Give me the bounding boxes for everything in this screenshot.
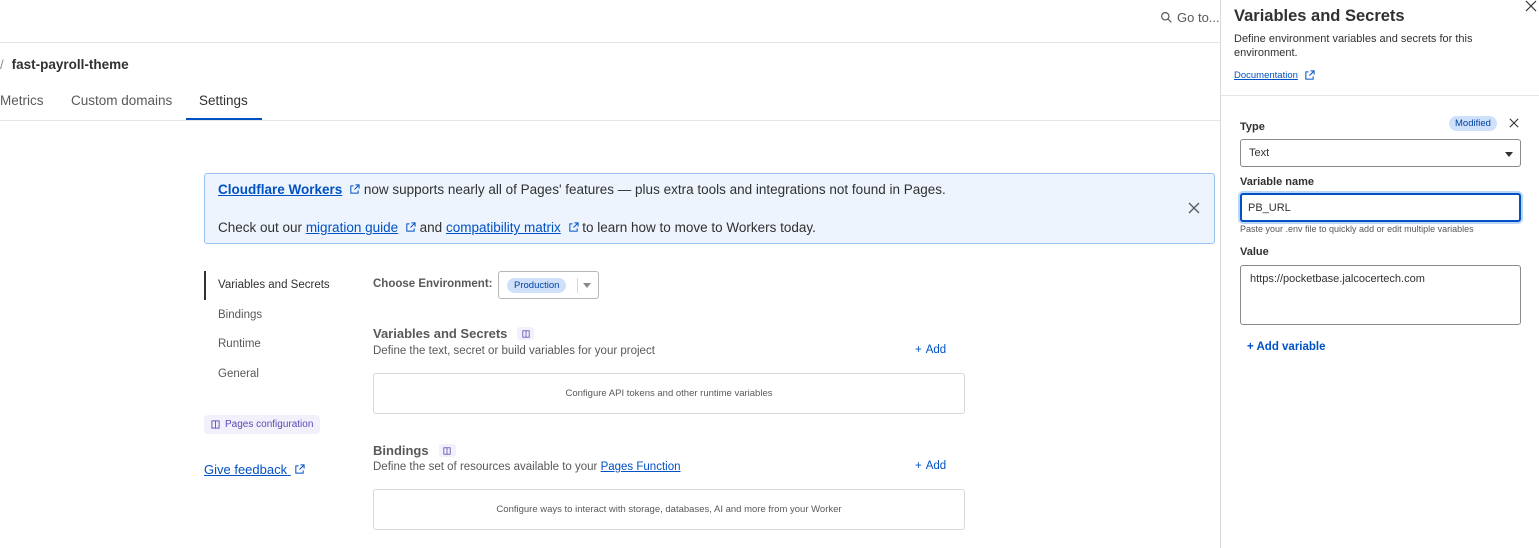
variables-empty-text: Configure API tokens and other runtime v… <box>565 388 773 399</box>
close-icon[interactable] <box>1525 0 1537 12</box>
tab-settings[interactable]: Settings <box>199 93 248 108</box>
project-name[interactable]: fast-payroll-theme <box>12 57 129 72</box>
variables-drawer: Variables and Secrets Define environment… <box>1220 0 1539 548</box>
variable-name-label: Variable name <box>1240 176 1314 188</box>
add-variable-button[interactable]: + Add <box>915 344 946 356</box>
documentation-label: Documentation <box>1234 70 1298 81</box>
environment-value: Production <box>507 278 567 293</box>
give-feedback-label: Give feedback <box>204 462 288 477</box>
project-tabs: Metrics Custom domains Settings <box>0 83 1220 121</box>
banner-and: and <box>419 220 443 235</box>
external-link-icon <box>295 464 305 474</box>
close-icon[interactable] <box>1188 202 1200 214</box>
add-label: Add <box>925 344 947 356</box>
documentation-link[interactable]: Documentation <box>1234 70 1315 81</box>
cloudflare-workers-link[interactable]: Cloudflare Workers <box>218 182 342 197</box>
bindings-section-title: Bindings <box>373 443 456 458</box>
book-icon <box>211 420 220 429</box>
book-icon <box>438 444 456 457</box>
tab-custom-domains[interactable]: Custom domains <box>71 93 172 108</box>
bindings-empty-text: Configure ways to interact with storage,… <box>496 504 842 515</box>
breadcrumb: / fast-payroll-theme <box>0 57 129 72</box>
add-label: Add <box>925 460 947 472</box>
compatibility-matrix-link[interactable]: compatibility matrix <box>446 220 561 235</box>
banner-line-2-suffix: to learn how to move to Workers today. <box>582 220 816 235</box>
add-variable-link[interactable]: + Add variable <box>1247 341 1326 353</box>
value-input[interactable]: https://pocketbase.jalcocertech.com <box>1240 265 1521 325</box>
banner-line-2-prefix: Check out our <box>218 220 303 235</box>
external-link-icon <box>1305 70 1315 80</box>
banner-line-1: Cloudflare Workers now supports nearly a… <box>218 182 946 197</box>
type-label: Type <box>1240 121 1265 133</box>
drawer-divider <box>1221 95 1539 96</box>
value-label: Value <box>1240 246 1269 258</box>
close-icon[interactable] <box>1509 118 1519 128</box>
type-value: Text <box>1249 147 1270 159</box>
environment-label: Choose Environment: <box>373 278 493 290</box>
banner-line-2: Check out our migration guide and compat… <box>218 220 816 235</box>
variables-title-text: Variables and Secrets <box>373 326 508 341</box>
add-binding-button[interactable]: + Add <box>915 460 946 472</box>
nav-item-bindings[interactable]: Bindings <box>218 309 262 321</box>
banner-line-1-text: now supports nearly all of Pages' featur… <box>363 182 946 197</box>
breadcrumb-separator: / <box>0 57 4 72</box>
goto-label: Go to... <box>1177 10 1220 25</box>
bindings-desc-prefix: Define the set of resources available to… <box>373 461 598 473</box>
nav-item-general[interactable]: General <box>218 368 259 380</box>
pages-configuration-label: Pages configuration <box>225 419 314 430</box>
environment-select[interactable]: Production <box>498 271 599 299</box>
select-divider <box>577 278 578 293</box>
drawer-description: Define environment variables and secrets… <box>1234 33 1473 59</box>
variable-name-input[interactable] <box>1240 193 1521 222</box>
active-tab-indicator <box>186 118 262 120</box>
nav-item-runtime[interactable]: Runtime <box>218 338 261 350</box>
tab-metrics[interactable]: Metrics <box>0 93 44 108</box>
variables-empty-state: Configure API tokens and other runtime v… <box>373 373 965 414</box>
bindings-section-description: Define the set of resources available to… <box>373 461 681 473</box>
migration-guide-link[interactable]: migration guide <box>306 220 398 235</box>
goto-search[interactable]: Go to... <box>1160 10 1220 25</box>
search-icon <box>1161 12 1172 23</box>
chevron-down-icon <box>1505 152 1513 157</box>
type-select[interactable]: Text <box>1240 139 1521 167</box>
variables-section-title: Variables and Secrets <box>373 326 535 341</box>
pages-configuration-badge[interactable]: Pages configuration <box>204 415 321 434</box>
workers-banner: Cloudflare Workers now supports nearly a… <box>204 173 1215 244</box>
bindings-empty-state: Configure ways to interact with storage,… <box>373 489 965 530</box>
bindings-title-text: Bindings <box>373 443 429 458</box>
env-paste-hint: Paste your .env file to quickly add or e… <box>1240 224 1474 234</box>
external-link-icon <box>406 222 416 232</box>
chevron-down-icon <box>583 283 591 288</box>
pages-function-link[interactable]: Pages Function <box>601 461 681 473</box>
top-bar: Go to... <box>0 0 1220 43</box>
modified-badge: Modified <box>1449 116 1497 131</box>
external-link-icon <box>568 222 579 232</box>
external-link-icon <box>350 184 360 194</box>
give-feedback-link[interactable]: Give feedback <box>204 462 305 477</box>
active-nav-indicator <box>204 271 206 300</box>
drawer-title: Variables and Secrets <box>1234 7 1405 25</box>
nav-item-variables-and-secrets[interactable]: Variables and Secrets <box>218 279 330 291</box>
book-icon <box>517 327 535 340</box>
variables-section-description: Define the text, secret or build variabl… <box>373 345 655 357</box>
plus-icon: + <box>915 344 922 356</box>
plus-icon: + <box>915 460 922 472</box>
